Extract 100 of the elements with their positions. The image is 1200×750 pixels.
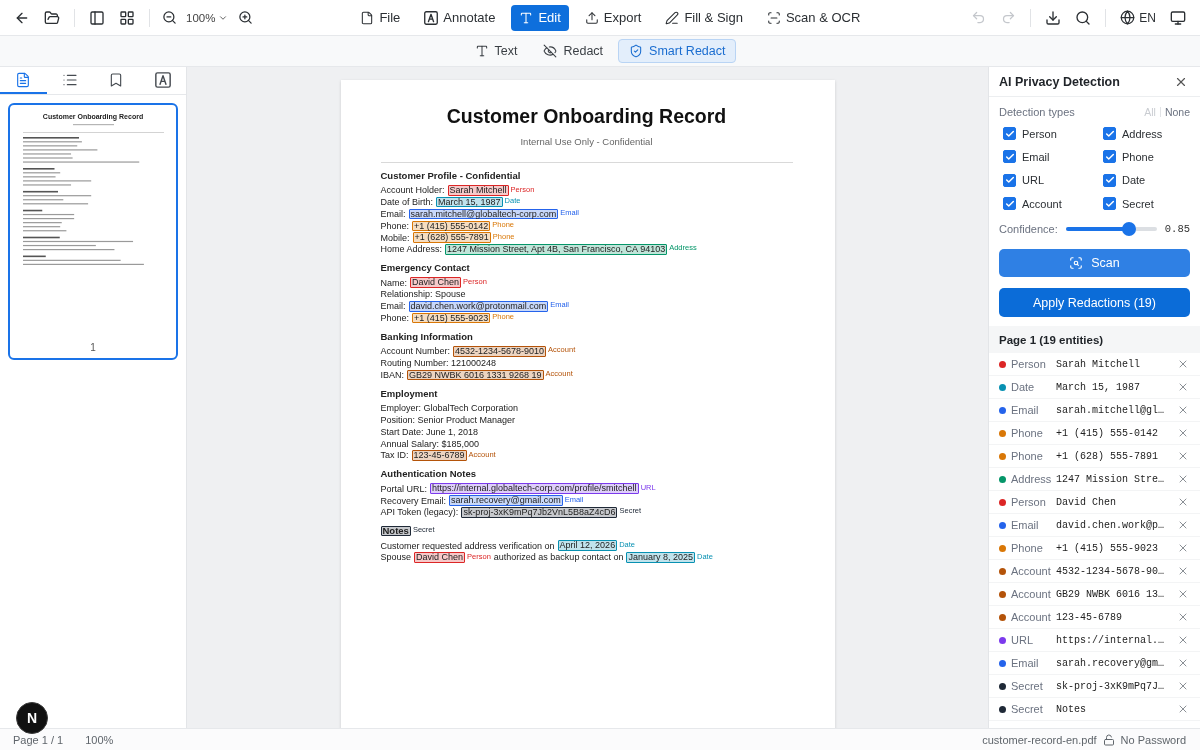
document-title: Customer Onboarding Record — [445, 104, 728, 128]
select-link[interactable]: None — [1164, 106, 1190, 118]
checkbox[interactable] — [1103, 173, 1116, 187]
letter-a-square-icon — [154, 71, 171, 88]
checkbox-label: Address — [1122, 127, 1163, 140]
entity-value: Notes — [1056, 703, 1087, 715]
entity-value: +1 (628) 555-7891 — [1056, 450, 1160, 462]
document-text: Date of Birth: — [380, 197, 434, 208]
apply-redactions-button[interactable]: Apply Redactions (19) — [999, 288, 1190, 318]
document-text: Name: — [380, 277, 407, 288]
redaction-highlight: April 12, 2026 — [557, 540, 618, 551]
mode-tab[interactable]: Fill & Sign — [657, 4, 751, 31]
slider-thumb[interactable] — [1122, 222, 1137, 237]
entity-type: Secret — [1011, 680, 1044, 693]
mode-tab[interactable]: Scan & OCR — [758, 4, 869, 31]
grid-icon[interactable] — [119, 9, 135, 26]
entity-value: 123-45-6789 — [1056, 611, 1123, 623]
checkbox-label: Email — [1022, 150, 1050, 163]
redaction-highlight: 4532-1234-5678-9010 — [453, 346, 547, 357]
redaction-highlight: GB29 NWBK 6016 1331 9268 19 — [407, 369, 544, 381]
zoom-dropdown[interactable]: 100% — [182, 5, 233, 30]
check-icon — [1004, 198, 1015, 209]
entity-value: +1 (415) 555-0142 — [1056, 427, 1160, 439]
redaction-highlight: 1247 Mission Street, Apt 4B, San Francisco, CA 94103 — [445, 244, 668, 255]
checkbox[interactable] — [1103, 127, 1116, 141]
entity-value: GB29 NWBK 6016 13… — [1056, 588, 1166, 600]
sidebar-toggle-icon[interactable] — [89, 9, 105, 26]
folder-icon[interactable] — [44, 9, 60, 26]
document-text: Account Number: — [380, 346, 451, 357]
redaction-highlight: https://internal.globaltech-corp.com/profile/smitchell — [430, 483, 639, 494]
mode-tab[interactable]: Annotate — [416, 4, 504, 31]
entity-type: URL — [1011, 634, 1034, 647]
check-icon — [1104, 175, 1115, 186]
scan-button[interactable]: Scan — [999, 249, 1190, 278]
entity-value: sarah.recovery@gm… — [1056, 657, 1166, 669]
check-icon — [1004, 175, 1015, 186]
redaction-highlight: +1 (628) 555-7891 — [412, 232, 491, 243]
entity-value: +1 (415) 555-9023 — [1056, 542, 1160, 554]
tool-tab[interactable]: Redact — [532, 39, 615, 63]
checkbox-label: Person — [1022, 127, 1057, 140]
checkbox-label: Date — [1122, 174, 1146, 187]
tool-tab[interactable]: Smart Redact — [618, 39, 737, 63]
entity-type: Date — [1011, 381, 1036, 394]
checkbox[interactable] — [1003, 127, 1016, 141]
entity-type: Person — [1011, 358, 1047, 371]
document-text: Phone: — [380, 220, 410, 231]
checkbox[interactable] — [1003, 197, 1016, 211]
mode-tab[interactable]: Edit — [511, 4, 569, 31]
document-text: Customer requested address verification on — [380, 540, 555, 551]
monitor-icon[interactable] — [1170, 9, 1186, 26]
tool-tab[interactable]: Text — [463, 39, 529, 63]
document-text: Home Address: — [380, 244, 443, 255]
document-text: Position: Senior Product Manager — [380, 415, 516, 426]
zoom-in-icon[interactable] — [237, 10, 253, 25]
checkbox[interactable] — [1003, 150, 1016, 164]
checkbox[interactable] — [1003, 173, 1016, 187]
lock-icon — [1102, 733, 1115, 746]
checkbox-label: Phone — [1122, 150, 1154, 163]
entity-type: Email — [1011, 657, 1040, 670]
entity-type: Email — [1011, 404, 1040, 417]
shield-check-icon — [629, 44, 644, 58]
document-icon — [15, 71, 32, 88]
document-text: Mobile: — [380, 232, 410, 243]
mode-tab[interactable]: File — [352, 4, 409, 31]
page-indicator: Page 1 / 1 — [13, 733, 64, 746]
redaction-highlight: sarah.recovery@gmail.com — [449, 495, 563, 506]
redaction-highlight: david.chen.work@protonmail.com — [408, 301, 549, 312]
entity-type: Phone — [1011, 427, 1044, 440]
checkbox[interactable] — [1103, 197, 1116, 211]
document-text: Portal URL: — [380, 483, 428, 494]
type-icon — [474, 44, 489, 58]
entity-value: 4532-1234-5678-90… — [1056, 565, 1166, 577]
confidence-value: 0.85 — [1164, 223, 1190, 236]
document-text: Email: — [380, 209, 406, 219]
section-heading: Authentication Notes — [380, 469, 477, 480]
document-text: Spouse — [380, 552, 412, 563]
entity-type: Phone — [1011, 542, 1044, 555]
section-heading: Customer Profile - Confidential — [380, 171, 521, 181]
document-text: Relationship: Spouse — [380, 289, 466, 300]
document-text: Recovery Email: — [380, 495, 447, 506]
document-text: Start Date: June 1, 2018 — [380, 426, 479, 437]
section-heading: Employment — [380, 388, 438, 399]
search-icon[interactable] — [1075, 9, 1092, 26]
document-text: IBAN: — [380, 369, 404, 380]
download-icon[interactable] — [1045, 9, 1062, 26]
pen-icon — [665, 10, 680, 25]
mode-tab[interactable]: Export — [576, 4, 650, 31]
document-text: authorized as backup contact on — [493, 552, 624, 563]
document-text: Phone: — [380, 313, 410, 324]
checkbox-label: URL — [1022, 174, 1044, 187]
language-button[interactable]: EN — [1114, 4, 1162, 31]
document-text: Email: — [380, 301, 406, 312]
entity-type: Account — [1011, 611, 1052, 624]
document-text: API Token (legacy): — [380, 507, 459, 518]
section-heading: Banking Information — [380, 331, 473, 342]
checkbox[interactable] — [1103, 150, 1116, 164]
redaction-highlight: March 15, 1987 — [436, 196, 503, 208]
page-number: 1 — [90, 342, 96, 354]
file-icon — [360, 10, 375, 25]
zoom-out-icon[interactable] — [161, 10, 177, 25]
